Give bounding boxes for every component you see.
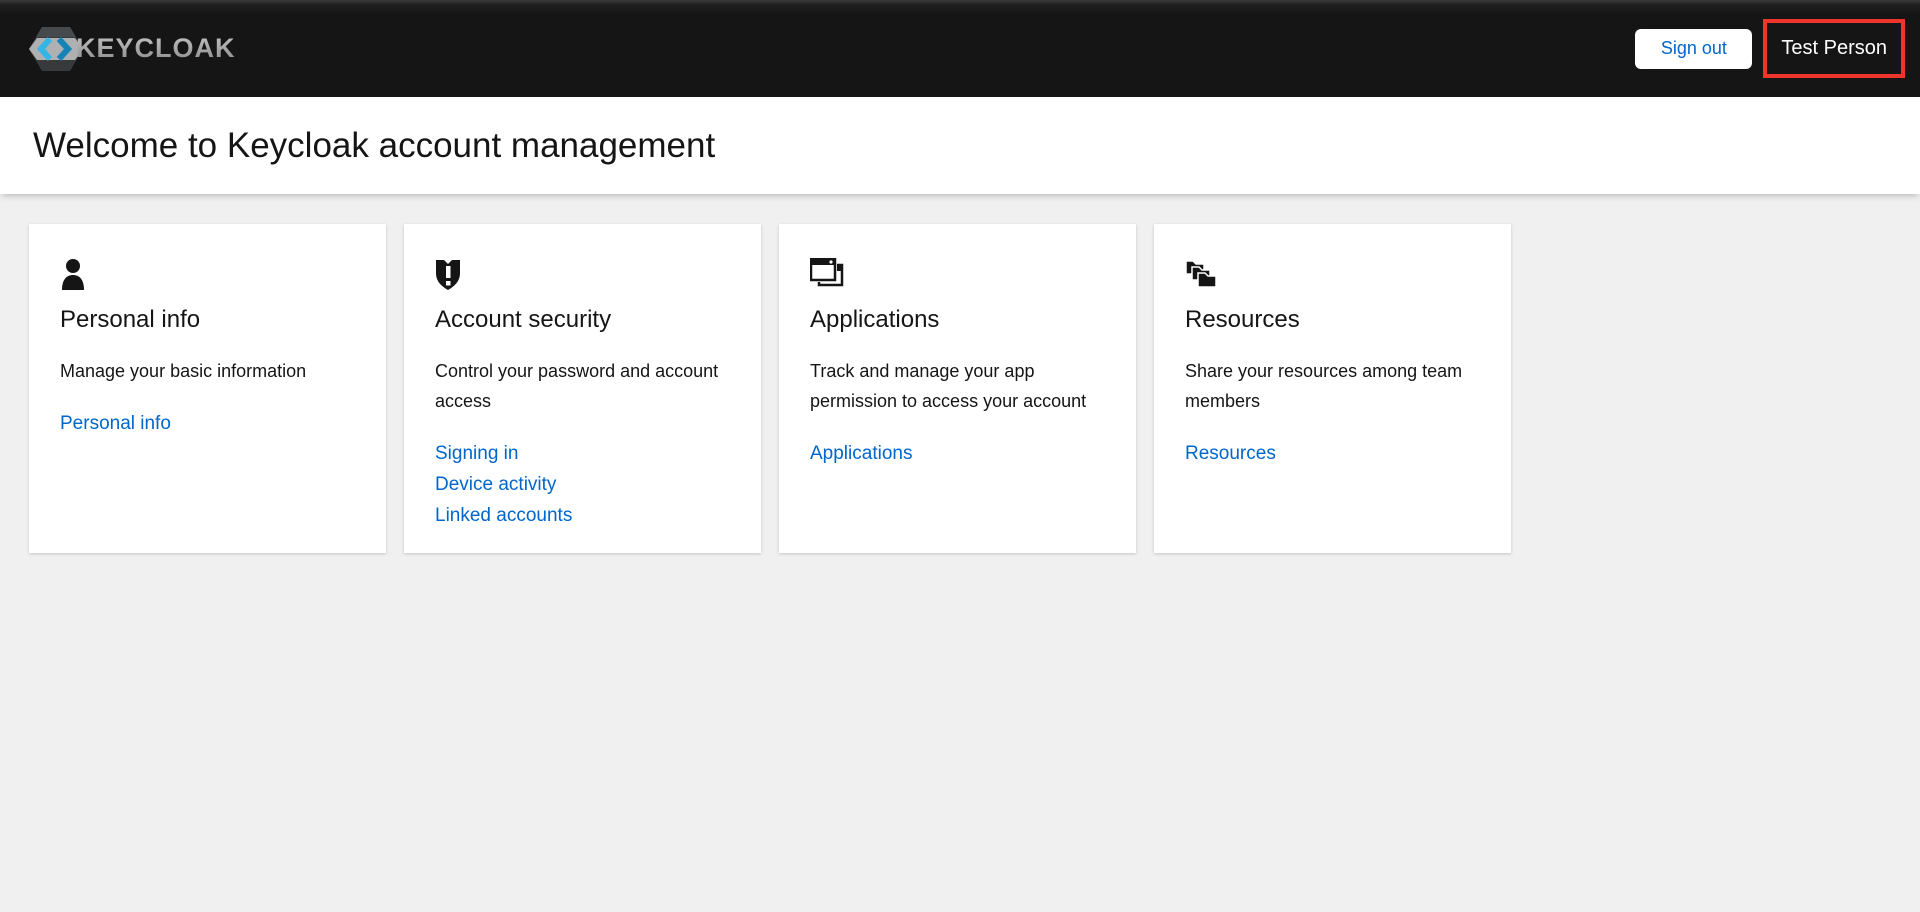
- card-links: Applications: [810, 438, 1105, 469]
- card-description: Share your resources among team members: [1185, 356, 1480, 416]
- page-header-band: Welcome to Keycloak account management: [0, 97, 1920, 194]
- navbar-actions: Sign out Test Person: [1635, 19, 1905, 78]
- card-resources: Resources Share your resources among tea…: [1154, 224, 1511, 553]
- security-shield-icon: [435, 258, 461, 290]
- keycloak-logo[interactable]: KEYCLOAK: [28, 25, 236, 73]
- card-description: Track and manage your app permission to …: [810, 356, 1105, 416]
- user-icon: [60, 258, 90, 290]
- applications-windows-icon: [810, 258, 844, 290]
- card-title: Personal info: [60, 306, 355, 334]
- main-content: Personal info Manage your basic informat…: [0, 194, 1920, 553]
- card-title: Resources: [1185, 306, 1480, 334]
- page-title: Welcome to Keycloak account management: [33, 126, 715, 166]
- card-links: Personal info: [60, 408, 355, 439]
- top-navbar: KEYCLOAK Sign out Test Person: [0, 0, 1920, 97]
- signing-in-link[interactable]: Signing in: [435, 438, 730, 469]
- card-description: Manage your basic information: [60, 356, 355, 386]
- device-activity-link[interactable]: Device activity: [435, 469, 730, 500]
- brand-name: KEYCLOAK: [76, 33, 236, 64]
- user-menu[interactable]: Test Person: [1781, 37, 1887, 60]
- card-grid: Personal info Manage your basic informat…: [29, 224, 1920, 553]
- card-description: Control your password and account access: [435, 356, 730, 416]
- card-title: Applications: [810, 306, 1105, 334]
- resources-folders-icon: [1185, 258, 1219, 290]
- applications-link[interactable]: Applications: [810, 438, 1105, 469]
- user-menu-highlight-box: Test Person: [1763, 19, 1905, 78]
- card-applications: Applications Track and manage your app p…: [779, 224, 1136, 553]
- card-personal-info: Personal info Manage your basic informat…: [29, 224, 386, 553]
- card-account-security: Account security Control your password a…: [404, 224, 761, 553]
- card-links: Signing inDevice activityLinked accounts: [435, 438, 730, 531]
- personal-info-link[interactable]: Personal info: [60, 408, 355, 439]
- resources-link[interactable]: Resources: [1185, 438, 1480, 469]
- sign-out-button[interactable]: Sign out: [1635, 29, 1752, 69]
- card-title: Account security: [435, 306, 730, 334]
- linked-accounts-link[interactable]: Linked accounts: [435, 500, 730, 531]
- card-links: Resources: [1185, 438, 1480, 469]
